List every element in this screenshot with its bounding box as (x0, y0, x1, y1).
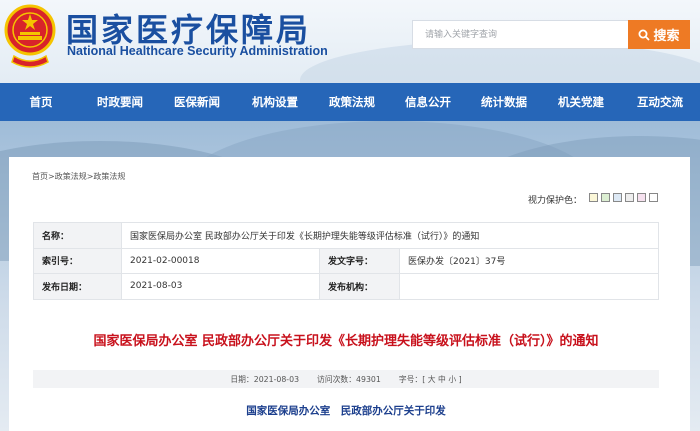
doc-number-value: 医保办发〔2021〕37号 (399, 247, 659, 274)
eye-protection-label: 视力保护色： (528, 196, 583, 206)
nav-item-interaction[interactable]: 互动交流 (620, 94, 700, 110)
main-nav: 首页 时政要闻 医保新闻 机构设置 政策法规 信息公开 统计数据 机关党建 互动… (0, 83, 700, 121)
search-icon (638, 29, 651, 41)
table-row: 发布日期： 2021-08-03 发布机构： (33, 273, 659, 300)
font-size-close: ] (458, 374, 462, 384)
font-size-control: 字号：[ 大 中 小 ] (399, 374, 462, 385)
article-issuers: 国家医保局办公室 民政部办公厅关于印发 (246, 405, 446, 417)
table-row: 名称： 国家医保局办公室 民政部办公厅关于印发《长期护理失能等级评估标准（试行）… (33, 222, 659, 249)
nav-item-home[interactable]: 首页 (0, 94, 82, 110)
color-swatch-gray[interactable] (625, 193, 634, 202)
site-header: 国家医疗保障局 National Healthcare Security Adm… (0, 0, 700, 83)
breadcrumb-home[interactable]: 首页 (32, 172, 48, 181)
color-swatch-green[interactable] (601, 193, 610, 202)
eye-protection-swatches (589, 193, 658, 202)
font-size-medium[interactable]: 中 (438, 375, 446, 384)
nav-item-statistics[interactable]: 统计数据 (466, 94, 542, 110)
table-row: 索引号： 2021-02-00018 发文字号： 医保办发〔2021〕37号 (33, 247, 659, 274)
font-size-small[interactable]: 小 (448, 375, 456, 384)
search-button[interactable]: 搜索 (628, 20, 690, 49)
nav-item-healthcare-news[interactable]: 医保新闻 (158, 94, 236, 110)
publisher-label: 发布机构： (319, 273, 400, 300)
color-swatch-white[interactable] (649, 193, 658, 202)
breadcrumb-separator: > (48, 172, 55, 181)
search-input[interactable] (412, 20, 628, 49)
nav-item-organization[interactable]: 机构设置 (236, 94, 314, 110)
font-size-label: 字号：[ (398, 374, 426, 384)
article-date: 日期：2021-08-03 (230, 374, 300, 384)
name-value: 国家医保局办公室 民政部办公厅关于印发《长期护理失能等级评估标准（试行）》的通知 (121, 222, 659, 249)
index-value: 2021-02-00018 (121, 247, 320, 274)
article-title: 国家医保局办公室 民政部办公厅关于印发《长期护理失能等级评估标准（试行）》的通知 (93, 334, 599, 349)
nav-item-current-affairs[interactable]: 时政要闻 (82, 94, 158, 110)
nav-item-party-building[interactable]: 机关党建 (542, 94, 620, 110)
doc-number-label: 发文字号： (319, 247, 400, 274)
nav-item-disclosure[interactable]: 信息公开 (390, 94, 466, 110)
site-subtitle: National Healthcare Security Administrat… (67, 44, 328, 58)
visit-count: 访问次数：49301 (317, 374, 381, 384)
article-meta-bar: 日期：2021-08-03 访问次数：49301 字号：[ 大 中 小 ] (33, 370, 659, 388)
color-swatch-blue[interactable] (613, 193, 622, 202)
search-button-label: 搜索 (653, 29, 680, 44)
breadcrumb-section[interactable]: 政策法规 (55, 172, 87, 181)
document-info-table: 名称： 国家医保局办公室 民政部办公厅关于印发《长期护理失能等级评估标准（试行）… (33, 222, 659, 300)
color-swatch-pink[interactable] (637, 193, 646, 202)
index-label: 索引号： (33, 247, 122, 274)
publisher-value (399, 273, 659, 300)
publish-date-value: 2021-08-03 (121, 273, 320, 300)
publish-date-label: 发布日期： (33, 273, 122, 300)
breadcrumb: 首页>政策法规>政策法规 (32, 171, 125, 182)
name-label: 名称： (33, 222, 122, 249)
nav-item-policies[interactable]: 政策法规 (314, 94, 390, 110)
color-swatch-yellow[interactable] (589, 193, 598, 202)
font-size-large[interactable]: 大 (428, 375, 436, 384)
breadcrumb-current[interactable]: 政策法规 (93, 172, 125, 181)
national-emblem-icon[interactable] (4, 4, 56, 70)
